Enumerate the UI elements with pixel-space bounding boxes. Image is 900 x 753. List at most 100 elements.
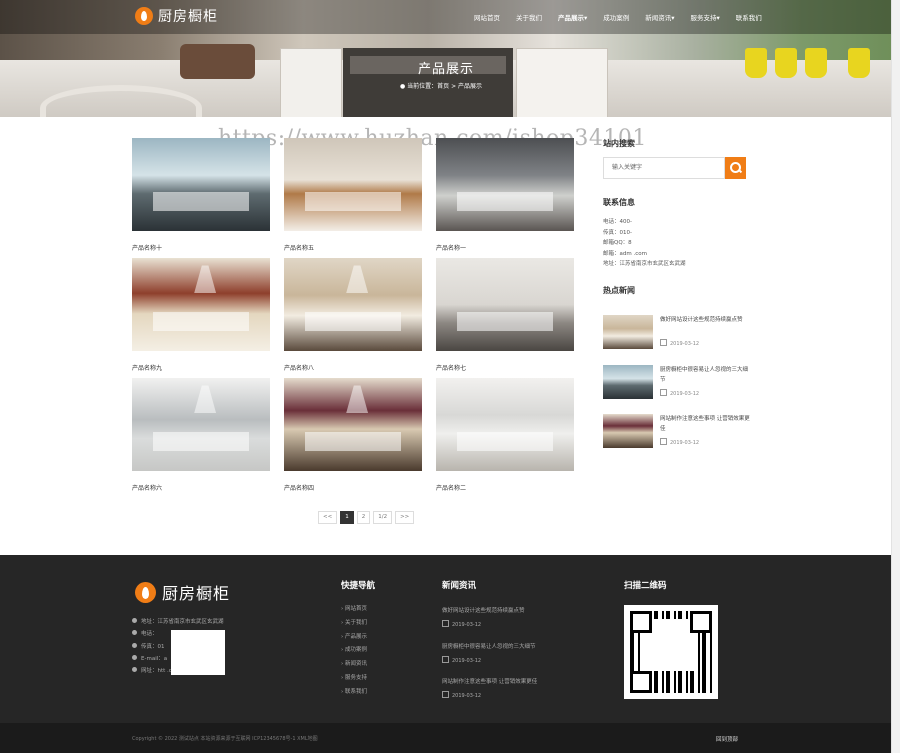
watermark-text: https://www.huzhan.com/ishop34101: [218, 126, 647, 151]
product-image[interactable]: [284, 138, 422, 231]
contact-email: 邮箱：adm .com: [603, 250, 647, 257]
quick-nav-link[interactable]: › 联系我们: [341, 686, 367, 700]
product-name[interactable]: 产品名称二: [436, 483, 574, 492]
product-name[interactable]: 产品名称六: [132, 483, 270, 492]
email-icon: [132, 654, 137, 660]
nav-item-home[interactable]: 网站首页: [474, 12, 500, 22]
quick-nav-link[interactable]: › 新闻资讯: [341, 658, 367, 672]
product-card[interactable]: 产品名称一: [436, 138, 574, 252]
nav-item-contact[interactable]: 联系我们: [736, 12, 762, 22]
product-image[interactable]: [436, 138, 574, 231]
fax-icon: [132, 642, 137, 648]
copyright-text: Copyright © 2022 测试站点 本站资源来源于互联网 ICP1234…: [132, 736, 318, 742]
footer-logo[interactable]: 厨房橱柜: [135, 580, 230, 604]
contact-qq: 邮箱QQ：8: [603, 240, 632, 246]
quick-nav-link[interactable]: › 关于我们: [341, 617, 367, 631]
nav-item-about[interactable]: 关于我们: [516, 12, 542, 22]
footer-news-item[interactable]: 做好网站设计这些规范持续赢点赞 2019-03-12: [442, 606, 582, 628]
globe-icon: [132, 667, 137, 673]
calendar-icon: [442, 620, 449, 627]
pagination-next-button[interactable]: >>: [395, 511, 415, 524]
product-image[interactable]: [132, 378, 270, 471]
product-card[interactable]: 产品名称八: [284, 258, 422, 372]
pagination-page-1[interactable]: 1: [340, 511, 354, 524]
page: 厨房橱柜 网站首页 关于我们 产品展示▾ 成功案例 新闻资讯▾ 服务支持▾ 联系…: [0, 0, 892, 753]
footer-news-title-link[interactable]: 厨房橱柜中很容易让人忽视的三大细节: [442, 642, 582, 650]
product-name[interactable]: 产品名称四: [284, 483, 422, 492]
product-name[interactable]: 产品名称八: [284, 363, 422, 372]
news-title[interactable]: 网站制作注意这些事项 让营销效果更佳: [660, 414, 750, 434]
footer-phone: 电话：: [141, 631, 158, 638]
quick-nav-link[interactable]: › 服务支持: [341, 672, 367, 686]
footer-news-title-link[interactable]: 做好网站设计这些规范持续赢点赞: [442, 606, 582, 614]
product-card[interactable]: 产品名称七: [436, 258, 574, 372]
product-image[interactable]: [132, 258, 270, 351]
product-name[interactable]: 产品名称七: [436, 363, 574, 372]
footer-logo-text: 厨房橱柜: [162, 584, 231, 603]
news-thumbnail[interactable]: [603, 365, 653, 399]
news-thumbnail[interactable]: [603, 414, 653, 448]
search-button[interactable]: [725, 157, 746, 179]
product-card[interactable]: 产品名称二: [436, 378, 574, 492]
news-date: 2019-03-12: [660, 438, 699, 446]
vertical-scrollbar[interactable]: [891, 0, 900, 753]
product-image[interactable]: [284, 378, 422, 471]
contact-info: 电话：400- 传真：010- 邮箱QQ：8 邮箱：adm .com 地址：江苏…: [603, 217, 686, 270]
calendar-icon: [442, 691, 449, 698]
back-to-top-link[interactable]: 回到顶部: [716, 735, 738, 743]
footer-fax: 传真：01: [141, 643, 165, 650]
page-title: 产品展示: [417, 62, 474, 77]
quick-nav-title: 快捷导航: [341, 581, 376, 591]
product-image[interactable]: [284, 258, 422, 351]
logo-text: 厨房橱柜: [158, 9, 218, 25]
footer-address: 地址：江苏省南京市玄武区玄武湖: [141, 619, 224, 625]
nav-item-service[interactable]: 服务支持▾: [691, 12, 720, 22]
news-date: 2019-03-12: [660, 339, 699, 347]
calendar-icon: [660, 438, 667, 445]
news-thumbnail[interactable]: [603, 315, 653, 349]
footer-news-item[interactable]: 网站制作注意这些事项 让营销效果更佳 2019-03-12: [442, 677, 582, 699]
nav-item-cases[interactable]: 成功案例: [603, 12, 629, 22]
location-icon: [132, 618, 137, 623]
quick-nav-link[interactable]: › 网站首页: [341, 603, 367, 617]
pagination-page-2[interactable]: 2: [356, 511, 371, 524]
qr-code-image: [624, 605, 718, 699]
product-name[interactable]: 产品名称一: [436, 243, 574, 252]
product-card[interactable]: 产品名称十: [132, 138, 270, 252]
quick-nav-link[interactable]: › 成功案例: [341, 644, 367, 658]
footer-email: E-mail：a: [141, 655, 168, 662]
product-image[interactable]: [436, 378, 574, 471]
product-image[interactable]: [132, 138, 270, 231]
footer-news-item[interactable]: 厨房橱柜中很容易让人忽视的三大细节 2019-03-12: [442, 642, 582, 664]
footer-news-date: 2019-03-12: [442, 620, 582, 628]
product-card[interactable]: 产品名称四: [284, 378, 422, 492]
quick-nav-link[interactable]: › 产品展示: [341, 631, 367, 645]
product-name[interactable]: 产品名称十: [132, 243, 270, 252]
main-nav: 网站首页 关于我们 产品展示▾ 成功案例 新闻资讯▾ 服务支持▾ 联系我们: [466, 12, 770, 22]
pagination-prev-button[interactable]: <<: [318, 511, 338, 524]
hot-news-title: 热点新闻: [603, 286, 635, 295]
nav-item-news[interactable]: 新闻资讯▾: [645, 12, 674, 22]
flame-logo-icon: [135, 7, 153, 25]
footer-news-date: 2019-03-12: [442, 691, 582, 699]
calendar-icon: [660, 339, 667, 346]
pagination: << 1 2 1/2 >>: [318, 511, 417, 524]
product-name[interactable]: 产品名称九: [132, 363, 270, 372]
breadcrumb-text: 当前位置：首页 > 产品展示: [407, 83, 482, 90]
footer-news-title-link[interactable]: 网站制作注意这些事项 让营销效果更佳: [442, 677, 582, 685]
product-name[interactable]: 产品名称五: [284, 243, 422, 252]
product-card[interactable]: 产品名称五: [284, 138, 422, 252]
qr-title: 扫描二维码: [624, 581, 667, 591]
news-title[interactable]: 做好网站设计这些规范持续赢点赞: [660, 315, 750, 325]
product-card[interactable]: 产品名称九: [132, 258, 270, 372]
redaction-box: [171, 630, 225, 675]
news-date: 2019-03-12: [660, 389, 699, 397]
product-image[interactable]: [436, 258, 574, 351]
site-logo[interactable]: 厨房橱柜: [135, 6, 218, 26]
product-card[interactable]: 产品名称六: [132, 378, 270, 492]
phone-icon: [132, 630, 137, 636]
nav-item-products[interactable]: 产品展示▾: [558, 12, 587, 22]
search-input[interactable]: 输入关键字: [603, 157, 725, 179]
contact-fax: 传真：010-: [603, 229, 632, 236]
news-title[interactable]: 厨房橱柜中很容易让人忽视的三大细节: [660, 365, 750, 385]
